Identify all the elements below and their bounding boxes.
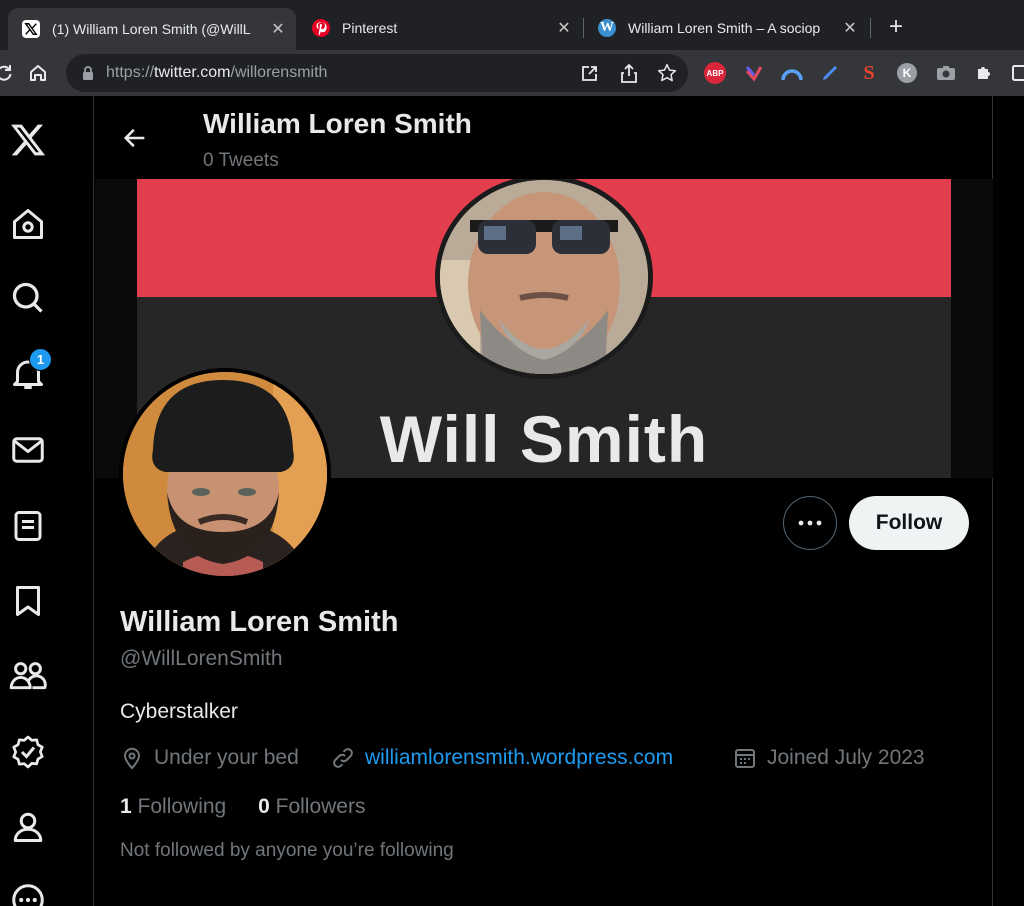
- tab-title: Pinterest: [342, 20, 398, 36]
- extension-arc-icon[interactable]: [781, 62, 803, 84]
- home-browser-icon[interactable]: [26, 61, 50, 85]
- website-link[interactable]: williamlorensmith.wordpress.com: [365, 746, 673, 770]
- lock-icon: [82, 66, 94, 85]
- wordpress-icon: W: [598, 19, 616, 37]
- followers-link[interactable]: 0 Followers: [258, 795, 365, 818]
- tab-pinterest[interactable]: Pinterest ✕: [298, 8, 582, 48]
- close-tab-icon[interactable]: ✕: [270, 19, 286, 39]
- tab-separator: [870, 18, 871, 38]
- more-options-button[interactable]: [783, 496, 837, 550]
- pinterest-icon: [312, 19, 330, 37]
- sidebar-icon[interactable]: [1010, 62, 1024, 84]
- tab-title: William Loren Smith – A sociop: [628, 20, 821, 36]
- left-navigation: 1: [0, 96, 94, 906]
- profile-handle: @WillLorenSmith: [120, 647, 283, 670]
- twitter-page: 1 William Loren Smith 0 Tweets Will Smit…: [0, 96, 1024, 906]
- location-pin-icon: [123, 747, 141, 770]
- joined-text: Joined July 2023: [767, 746, 925, 769]
- tab-twitter-profile[interactable]: (1) William Loren Smith (@WillL ✕: [8, 8, 296, 50]
- verified-icon[interactable]: [8, 732, 48, 772]
- browser-tab-strip: (1) William Loren Smith (@WillL ✕ Pinter…: [0, 0, 1024, 50]
- browser-toolbar: https://twitter.com/willorensmith ABP S …: [0, 50, 1024, 96]
- messages-icon[interactable]: [8, 430, 48, 470]
- header-profile-name: William Loren Smith: [203, 108, 472, 139]
- profile-stats: 1 Following 0 Followers: [120, 795, 391, 819]
- puzzle-icon[interactable]: [973, 62, 995, 84]
- more-icon[interactable]: [8, 880, 48, 906]
- main-column: William Loren Smith 0 Tweets Will Smith …: [95, 96, 993, 906]
- lists-icon[interactable]: [8, 506, 48, 546]
- bookmarks-icon[interactable]: [8, 581, 48, 621]
- tab-wordpress[interactable]: W William Loren Smith – A sociop ✕: [584, 8, 868, 48]
- close-tab-icon[interactable]: ✕: [842, 18, 858, 38]
- banner-portrait-photo: [435, 179, 653, 379]
- profile-k-icon[interactable]: K: [897, 63, 917, 83]
- extension-pen-icon[interactable]: [819, 62, 841, 84]
- home-icon[interactable]: [8, 204, 48, 244]
- camera-icon[interactable]: [935, 62, 957, 84]
- x-logo-icon: [22, 20, 40, 38]
- profile-avatar[interactable]: [119, 368, 331, 580]
- ellipsis-icon: [798, 520, 822, 526]
- tab-title: (1) William Loren Smith (@WillL: [52, 21, 251, 37]
- mutual-followers-text: Not followed by anyone you’re following: [120, 840, 454, 861]
- reload-icon[interactable]: [0, 61, 16, 85]
- open-in-app-icon[interactable]: [578, 63, 600, 85]
- adblock-plus-icon[interactable]: ABP: [704, 62, 726, 84]
- profile-icon[interactable]: [8, 807, 48, 847]
- following-link[interactable]: 1 Following: [120, 795, 226, 818]
- notification-badge: 1: [29, 348, 52, 371]
- profile-name: William Loren Smith: [120, 606, 399, 638]
- bookmark-star-icon[interactable]: [656, 62, 678, 84]
- header-tweet-count: 0 Tweets: [203, 150, 279, 171]
- seo-extension-icon[interactable]: S: [857, 61, 881, 85]
- back-arrow-icon[interactable]: [121, 124, 149, 157]
- share-icon[interactable]: [618, 62, 640, 84]
- search-icon[interactable]: [8, 278, 48, 318]
- close-tab-icon[interactable]: ✕: [556, 18, 572, 38]
- location-text: Under your bed: [154, 746, 299, 769]
- profile-location: Under your bed: [120, 746, 299, 770]
- calendar-icon: [735, 749, 755, 768]
- profile-website[interactable]: williamlorensmith.wordpress.com: [331, 746, 673, 770]
- extension-bookmark-icon[interactable]: [743, 62, 765, 84]
- profile-joined: Joined July 2023: [733, 746, 925, 770]
- follow-button[interactable]: Follow: [849, 496, 969, 550]
- x-logo-icon[interactable]: [8, 120, 48, 160]
- url-text: https://twitter.com/willorensmith: [106, 64, 328, 81]
- link-icon: [333, 748, 353, 768]
- communities-icon[interactable]: [8, 656, 48, 696]
- new-tab-button[interactable]: +: [884, 13, 908, 41]
- profile-bio: Cyberstalker: [120, 700, 238, 723]
- address-bar[interactable]: https://twitter.com/willorensmith: [66, 54, 688, 92]
